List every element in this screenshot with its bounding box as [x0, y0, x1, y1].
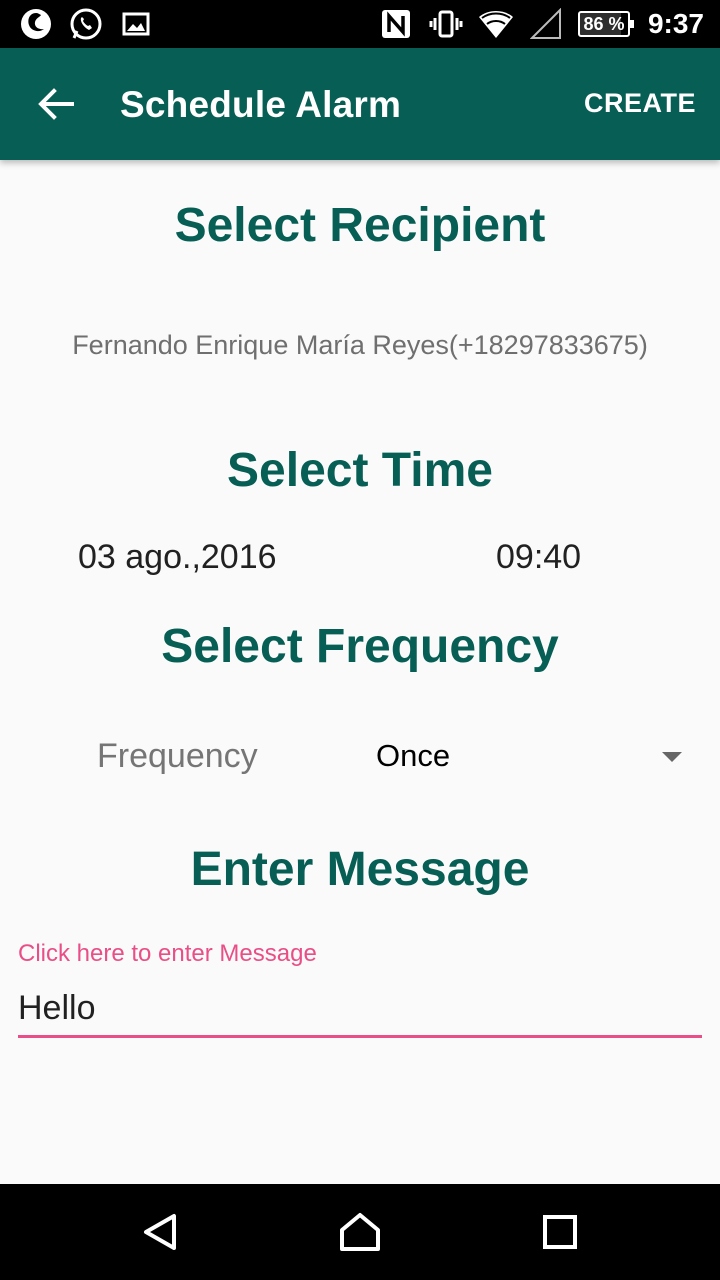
frequency-selected-value: Once: [376, 738, 451, 773]
page-title: Schedule Alarm: [120, 84, 402, 125]
arrow-back-icon: [38, 88, 74, 120]
select-time-heading: Select Time: [227, 444, 493, 497]
home-icon: [340, 1213, 380, 1251]
dropdown-arrow-icon: [662, 752, 682, 762]
nav-recents-button[interactable]: [532, 1204, 588, 1260]
battery-text: 86 %: [583, 13, 625, 34]
gallery-icon: [118, 6, 154, 42]
select-frequency-heading: Select Frequency: [161, 620, 559, 673]
status-system: 86 % 9:37: [378, 6, 704, 42]
back-icon: [144, 1214, 176, 1250]
firefox-icon: [18, 6, 54, 42]
message-field-label: Click here to enter Message: [18, 940, 317, 967]
back-button[interactable]: [28, 76, 84, 132]
date-picker-value[interactable]: 03 ago.,2016: [78, 538, 277, 577]
time-picker-value[interactable]: 09:40: [496, 538, 581, 577]
nav-back-button[interactable]: [132, 1204, 188, 1260]
vibrate-icon: [428, 6, 464, 42]
status-notifications: [18, 6, 154, 42]
nfc-icon: [378, 6, 414, 42]
whatsapp-icon: [68, 6, 104, 42]
status-clock: 9:37: [647, 8, 704, 39]
battery-indicator: 86 %: [577, 11, 634, 37]
recents-icon: [543, 1215, 577, 1249]
select-recipient-heading: Select Recipient: [174, 199, 546, 252]
navigation-bar: [0, 1184, 720, 1280]
status-bar: 86 % 9:37: [0, 0, 720, 48]
frequency-label: Frequency: [97, 737, 258, 775]
message-input[interactable]: [18, 982, 702, 1038]
frequency-dropdown[interactable]: Once: [360, 720, 700, 796]
wifi-icon: [478, 6, 514, 42]
signal-icon: [528, 6, 564, 42]
create-button[interactable]: CREATE: [584, 88, 696, 119]
app-bar: Schedule Alarm CREATE: [0, 48, 720, 160]
enter-message-heading: Enter Message: [190, 843, 530, 896]
recipient-value[interactable]: Fernando Enrique María Reyes(+1829783367…: [0, 330, 720, 361]
screen: 86 % 9:37 Schedule Alarm CREATE Select R…: [0, 0, 720, 1280]
nav-home-button[interactable]: [332, 1204, 388, 1260]
